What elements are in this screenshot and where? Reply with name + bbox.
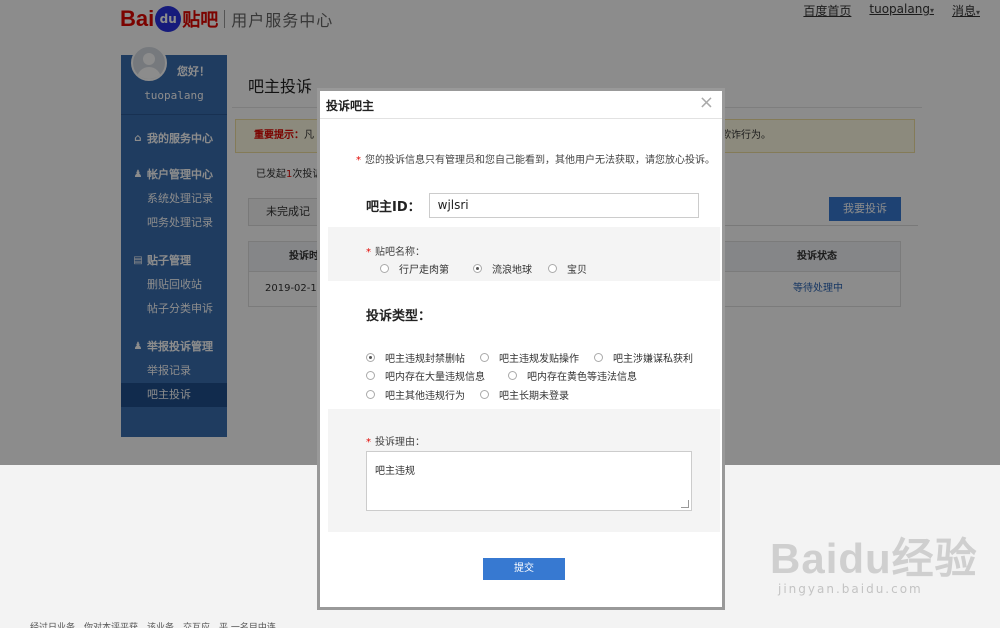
radio-button[interactable] xyxy=(508,371,517,380)
baidu-jingyan-watermark: Baidu经验 jingyan.baidu.com xyxy=(770,525,978,596)
owner-id-label: 吧主ID： xyxy=(366,200,421,215)
owner-id-field[interactable]: wjlsri xyxy=(428,193,699,218)
privacy-tip-text: 您的投诉信息只有管理员和您自己能看到，其他用户无法获取，请您放心投诉。 xyxy=(365,155,715,166)
radio-button-selected[interactable] xyxy=(366,353,375,362)
bar-option-label: 流浪地球 xyxy=(492,265,532,276)
radio-button[interactable] xyxy=(366,390,375,399)
radio-button[interactable] xyxy=(366,371,375,380)
reason-label: * 投诉理由： xyxy=(366,433,425,448)
complaint-dialog: 投诉吧主 × * 您的投诉信息只有管理员和您自己能看到，其他用户无法获取，请您放心… xyxy=(317,88,725,610)
bar-option-label: 宝贝 xyxy=(567,265,587,276)
dialog-title: 投诉吧主 xyxy=(326,99,375,113)
radio-button[interactable] xyxy=(548,264,557,273)
type-option[interactable]: 吧主长期未登录 xyxy=(480,387,569,402)
type-option-label: 吧内存在黄色等违法信息 xyxy=(527,372,637,383)
type-option[interactable]: 吧主违规封禁删帖 xyxy=(366,350,465,365)
bar-option[interactable]: 行尸走肉第 xyxy=(380,261,449,276)
radio-button-selected[interactable] xyxy=(473,264,482,273)
complaint-type-title: 投诉类型： xyxy=(366,309,432,324)
type-option-label: 吧内存在大量违规信息 xyxy=(385,372,485,383)
type-option[interactable]: 吧主涉嫌谋私获利 xyxy=(594,350,693,365)
type-option-label: 吧主长期未登录 xyxy=(499,391,569,402)
submit-button[interactable]: 提交 xyxy=(483,558,565,580)
footer-text: 经过日业务，你对本评平获、该业务，交互应，平 一名目中连 xyxy=(30,623,276,628)
reason-textarea[interactable]: 吧主违规 xyxy=(366,451,692,511)
required-mark: * xyxy=(366,247,371,258)
reason-label-text: 投诉理由： xyxy=(375,437,425,448)
type-option[interactable]: 吧内存在黄色等违法信息 xyxy=(508,368,637,383)
type-option[interactable]: 吧内存在大量违规信息 xyxy=(366,368,485,383)
bar-name-label: * 贴吧名称： xyxy=(366,243,425,258)
radio-button[interactable] xyxy=(380,264,389,273)
required-mark: * xyxy=(366,437,371,448)
page: Bai du 贴吧 用户服务中心 百度首页 tuopalang▾ 消息▾ 您好！… xyxy=(0,0,1000,628)
owner-id-row: 吧主ID： wjlsri xyxy=(366,193,699,218)
privacy-tip: * 您的投诉信息只有管理员和您自己能看到，其他用户无法获取，请您放心投诉。 xyxy=(356,151,715,166)
radio-button[interactable] xyxy=(594,353,603,362)
dialog-header: 投诉吧主 × xyxy=(320,91,722,119)
type-option-label: 吧主违规封禁删帖 xyxy=(385,354,465,365)
bar-option-label: 行尸走肉第 xyxy=(399,265,449,276)
radio-button[interactable] xyxy=(480,390,489,399)
bar-name-section: * 贴吧名称： 行尸走肉第 流浪地球 宝贝 xyxy=(328,227,720,281)
bar-name-label-text: 贴吧名称： xyxy=(375,247,425,258)
reason-text: 吧主违规 xyxy=(375,466,415,477)
radio-button[interactable] xyxy=(480,353,489,362)
bar-option[interactable]: 宝贝 xyxy=(548,261,587,276)
close-icon[interactable]: × xyxy=(699,94,714,112)
type-option-label: 吧主涉嫌谋私获利 xyxy=(613,354,693,365)
type-option-label: 吧主其他违规行为 xyxy=(385,391,465,402)
bar-option[interactable]: 流浪地球 xyxy=(473,261,532,276)
type-option[interactable]: 吧主违规发贴操作 xyxy=(480,350,579,365)
watermark-main: Baidu经验 xyxy=(770,535,978,582)
required-mark: * xyxy=(356,155,361,166)
type-option[interactable]: 吧主其他违规行为 xyxy=(366,387,465,402)
resize-grip-icon[interactable] xyxy=(681,500,689,508)
type-option-label: 吧主违规发贴操作 xyxy=(499,354,579,365)
